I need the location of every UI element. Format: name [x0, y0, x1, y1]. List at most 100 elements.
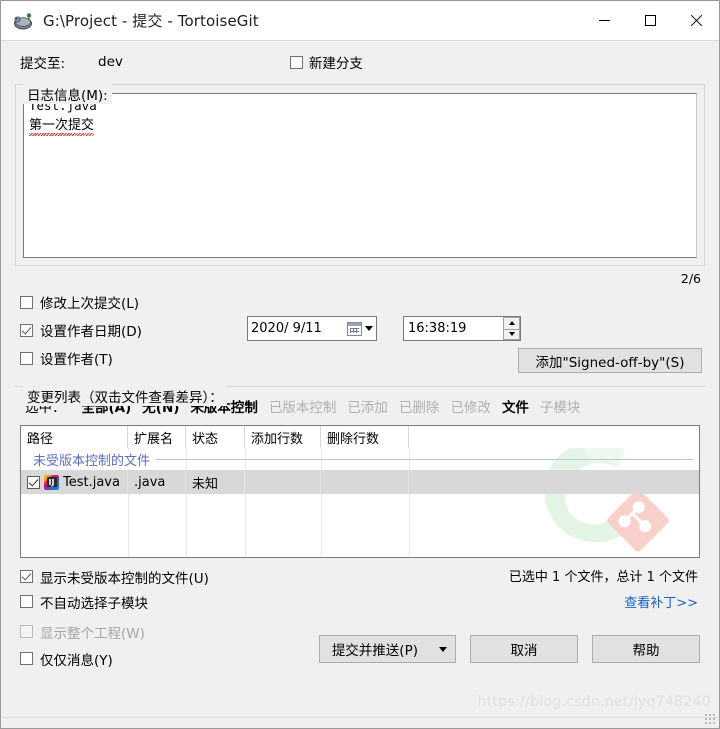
tortoisegit-icon: [12, 10, 34, 32]
group-row-unversioned: 未受版本控制的文件: [21, 448, 699, 470]
new-branch-checkbox-box[interactable]: [289, 55, 303, 69]
commit-to-row: 提交至: dev 新建分支: [15, 48, 705, 76]
show-unversioned-checkbox[interactable]: 显示未受版本控制的文件(U): [20, 564, 209, 589]
no-auto-select-submodule-label: 不自动选择子模块: [40, 595, 148, 612]
filter-modified: 已修改: [450, 400, 491, 416]
spin-down-button[interactable]: [503, 328, 520, 340]
log-message-frame: Test.java 第一次提交: [15, 84, 705, 266]
filter-added: 已添加: [347, 400, 388, 416]
group-row-label: 未受版本控制的文件: [33, 449, 157, 469]
footer-checkboxes: 显示整个工程(W) 仅仅消息(Y): [20, 618, 145, 672]
chevron-down-icon[interactable]: [365, 326, 373, 331]
set-author-date-checkbox-box[interactable]: [20, 323, 33, 337]
cell-path[interactable]: IJ Test.java: [21, 470, 128, 494]
commit-options: 修改上次提交(L) 设置作者日期(D) 设置作者(T) 2020/ 9/11 1…: [15, 288, 705, 373]
footer-buttons: 提交并推送(P) 取消 帮助: [318, 635, 700, 663]
time-spinner[interactable]: [503, 317, 520, 340]
table-header-row: 路径 扩展名 状态 添加行数 删除行数: [21, 426, 699, 448]
filter-submodules: 子模块: [539, 400, 581, 416]
show-unversioned-checkbox-box[interactable]: [20, 570, 33, 583]
help-button[interactable]: 帮助: [592, 635, 700, 663]
status-bar: [2, 717, 718, 727]
cell-path-text: Test.java: [63, 474, 120, 490]
log-message-group: 日志信息(M): Test.java 第一次提交 2/6: [15, 84, 705, 286]
below-list-area: 显示未受版本控制的文件(U) 不自动选择子模块 已选中 1 个文件，总计 1 个…: [20, 564, 700, 614]
commit-and-push-dropdown-button[interactable]: [430, 635, 456, 663]
log-message-input[interactable]: Test.java 第一次提交: [23, 93, 697, 258]
author-time-input[interactable]: 16:38:19: [403, 316, 521, 341]
show-whole-project-label: 显示整个工程(W): [40, 625, 145, 642]
calendar-icon[interactable]: [347, 321, 362, 336]
filter-files[interactable]: 文件: [502, 396, 529, 416]
view-patch-link[interactable]: 查看补丁>>: [624, 592, 698, 611]
log-line-1: Test.java: [29, 98, 97, 113]
set-author-date-checkbox[interactable]: 设置作者日期(D): [20, 316, 142, 344]
dialog-body: 提交至: dev 新建分支 日志信息(M): Test.java 第一次提交 2…: [1, 41, 719, 728]
tortoisegit-commit-dialog: G:\Project - 提交 - TortoiseGit 提交至: dev 新…: [0, 0, 720, 729]
amend-label: 修改上次提交(L): [40, 296, 140, 312]
close-button[interactable]: [673, 1, 719, 41]
option-checkbox-list: 修改上次提交(L) 设置作者日期(D) 设置作者(T): [20, 288, 142, 372]
set-author-checkbox-box[interactable]: [20, 351, 33, 365]
changelist-frame: 选中： 全部(A) 无(N) 未版本控制 已版本控制 已添加 已删除 已修改 文…: [15, 386, 705, 614]
column-header-status[interactable]: 状态: [186, 426, 245, 448]
column-header-deleted-lines[interactable]: 删除行数: [321, 426, 409, 448]
author-date-value: 2020/ 9/11: [251, 321, 322, 336]
table-row[interactable]: IJ Test.java .java 未知: [21, 470, 699, 494]
chevron-down-icon: [438, 646, 447, 652]
spin-down-icon: [508, 332, 515, 337]
cell-added-lines: [245, 470, 321, 494]
spin-up-icon: [508, 321, 515, 326]
set-author-date-label: 设置作者日期(D): [40, 324, 142, 340]
row-checkbox[interactable]: [27, 475, 40, 489]
message-counter: 2/6: [680, 271, 701, 286]
amend-checkbox-box[interactable]: [20, 295, 33, 309]
maximize-icon: [644, 15, 656, 26]
show-whole-project-checkbox-box: [20, 625, 33, 638]
cell-filler: [409, 470, 699, 494]
commit-and-push-button[interactable]: 提交并推送(P): [318, 635, 430, 663]
close-icon: [690, 15, 702, 27]
add-signed-off-by-button[interactable]: 添加"Signed-off-by"(S): [518, 348, 702, 373]
window-title: G:\Project - 提交 - TortoiseGit: [43, 12, 259, 30]
minimize-button[interactable]: [581, 1, 627, 41]
show-whole-project-checkbox: 显示整个工程(W): [20, 618, 145, 645]
message-only-checkbox[interactable]: 仅仅消息(Y): [20, 645, 145, 672]
cell-extension: .java: [128, 470, 186, 494]
dialog-footer: 显示整个工程(W) 仅仅消息(Y) 提交并推送(P) 取消 帮助: [20, 618, 700, 680]
column-header-path[interactable]: 路径: [21, 426, 128, 448]
author-date-input[interactable]: 2020/ 9/11: [247, 316, 377, 341]
spin-up-button[interactable]: [503, 317, 520, 329]
changelist-group-title: 变更列表（双击文件查看差异）：: [23, 386, 227, 406]
selection-status-text: 已选中 1 个文件，总计 1 个文件: [508, 570, 698, 585]
filter-deleted: 已删除: [398, 400, 440, 416]
cancel-button[interactable]: 取消: [470, 635, 578, 663]
set-author-checkbox[interactable]: 设置作者(T): [20, 344, 142, 372]
set-author-label: 设置作者(T): [40, 352, 113, 368]
branch-name: dev: [98, 54, 123, 70]
file-list-table[interactable]: 路径 扩展名 状态 添加行数 删除行数 未受版本控制的文件 IJ Test.ja…: [20, 425, 700, 558]
changelist-group: 变更列表（双击文件查看差异）： 选中： 全部(A) 无(N) 未版本控制 已版本…: [15, 386, 705, 614]
no-auto-select-submodule-checkbox[interactable]: 不自动选择子模块: [20, 589, 209, 614]
title-bar: G:\Project - 提交 - TortoiseGit: [1, 1, 719, 41]
author-time-value: 16:38:19: [408, 321, 467, 336]
no-auto-select-submodule-checkbox-box[interactable]: [20, 595, 33, 608]
column-header-extension[interactable]: 扩展名: [128, 426, 186, 448]
column-header-added-lines[interactable]: 添加行数: [245, 426, 321, 448]
resize-grip[interactable]: [704, 713, 716, 725]
new-branch-label: 新建分支: [308, 56, 363, 72]
column-header-filler: [409, 426, 699, 448]
amend-checkbox[interactable]: 修改上次提交(L): [20, 288, 142, 316]
cell-status: 未知: [186, 470, 245, 494]
maximize-button[interactable]: [627, 1, 673, 41]
new-branch-checkbox[interactable]: 新建分支: [289, 52, 363, 72]
minimize-icon: [598, 20, 610, 21]
message-only-checkbox-box[interactable]: [20, 652, 33, 665]
show-unversioned-label: 显示未受版本控制的文件(U): [40, 570, 209, 587]
commit-to-label: 提交至:: [20, 56, 66, 72]
cell-deleted-lines: [321, 470, 409, 494]
commit-and-push-split-button[interactable]: 提交并推送(P): [318, 635, 456, 663]
intellij-java-file-icon: IJ: [44, 474, 59, 490]
log-line-2: 第一次提交: [29, 118, 95, 136]
below-list-checkboxes: 显示未受版本控制的文件(U) 不自动选择子模块: [20, 564, 209, 614]
